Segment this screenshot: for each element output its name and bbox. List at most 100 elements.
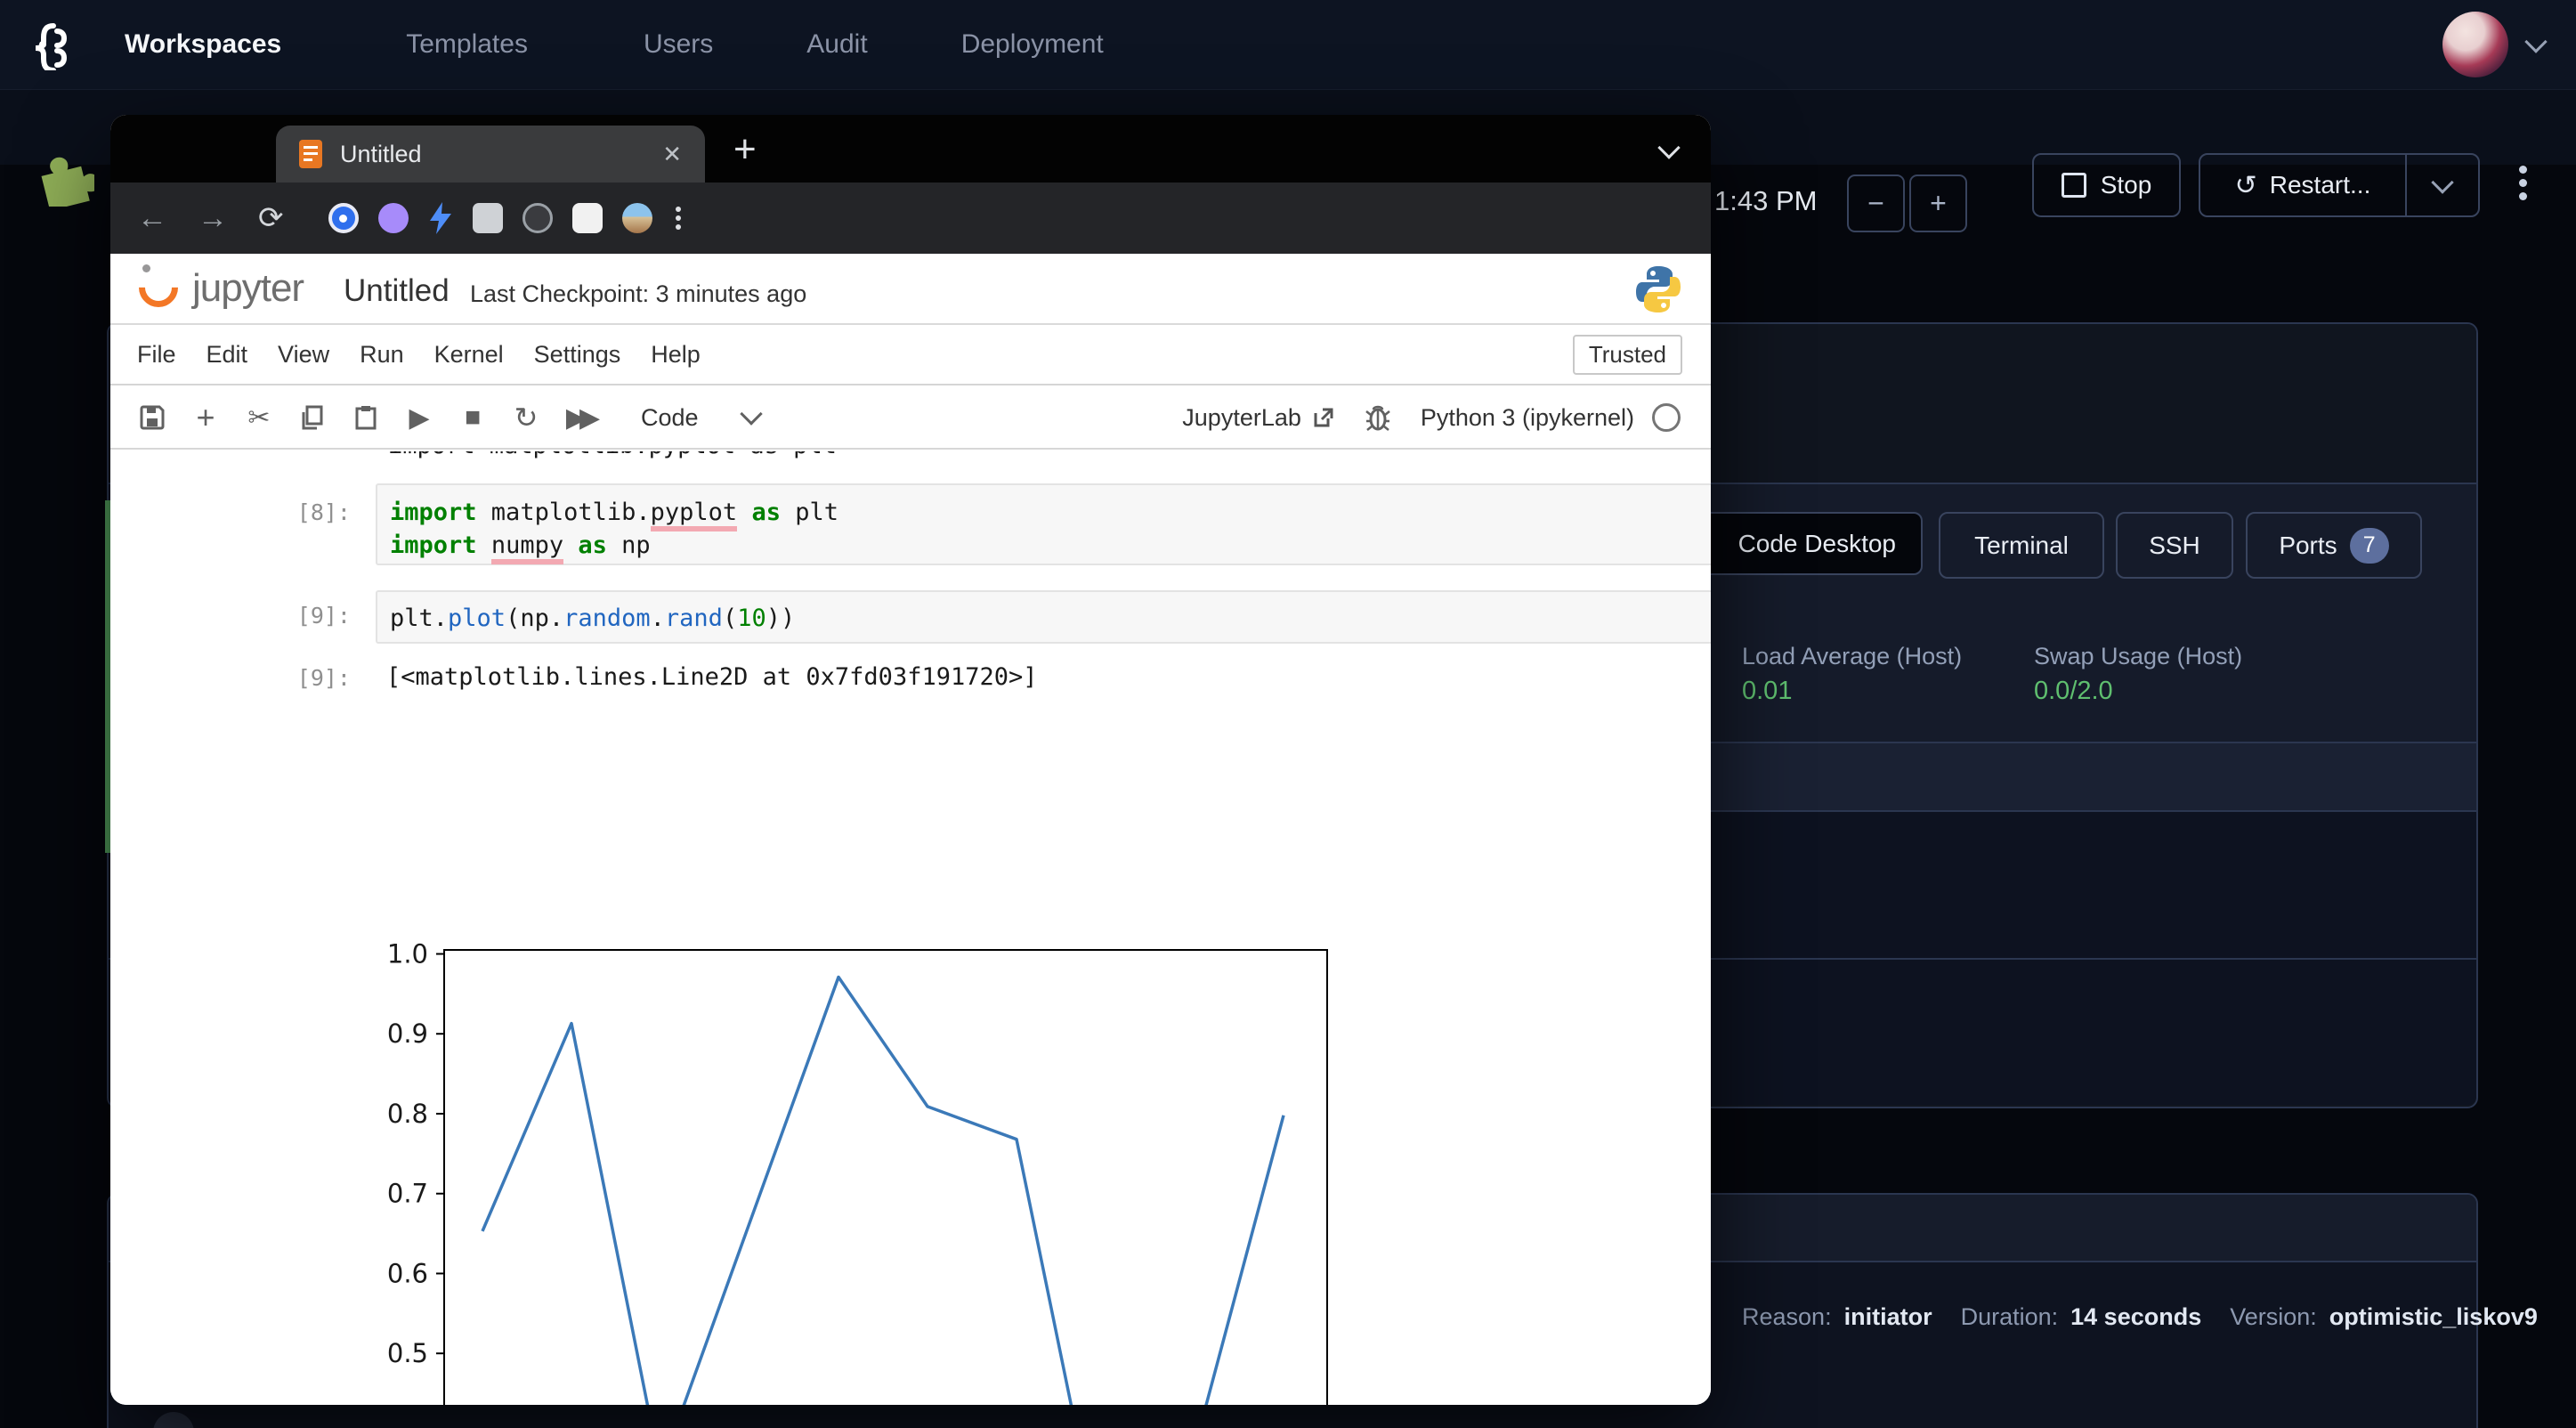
restart-icon: ↺ [2235, 170, 2257, 201]
cell-9-input[interactable]: plt.plot(np.random.rand(10)) [376, 590, 1711, 644]
matplotlib-figure: 024680.20.30.40.50.60.70.80.91.0 [285, 800, 1335, 1405]
browser-tab[interactable]: Untitled ✕ [276, 126, 705, 183]
ext-dark-circle-icon[interactable] [522, 203, 553, 233]
forward-icon[interactable]: → [198, 201, 228, 236]
cell-type-select[interactable]: Code [641, 404, 699, 432]
svg-text:0.9: 0.9 [387, 1018, 428, 1049]
menu-run[interactable]: Run [360, 341, 404, 369]
restart-run-all-icon[interactable]: ▶▶ [564, 402, 595, 434]
screen: Code Desktop Terminal SSH Ports 7 Load A… [0, 0, 2576, 1428]
tab-search-chevron-icon[interactable] [1657, 136, 1680, 158]
reason-value: initiator [1844, 1303, 1932, 1331]
ext-bolt-icon[interactable] [428, 202, 453, 234]
ssh-label: SSH [2149, 531, 2200, 560]
ports-button[interactable]: Ports 7 [2246, 512, 2422, 579]
build-meta-row: Reason: initiator Duration: 14 seconds V… [1742, 1303, 2538, 1331]
stop-icon [2062, 173, 2086, 198]
notebook-title[interactable]: Untitled [344, 273, 450, 309]
nav-item-users[interactable]: Users [644, 29, 713, 60]
cell-type-chevron-icon[interactable] [740, 402, 762, 425]
plus-label: + [1930, 187, 1947, 220]
jupyterlab-link[interactable]: JupyterLab [1182, 404, 1301, 432]
restart-kernel-icon[interactable]: ↻ [511, 401, 541, 434]
top-nav: Workspaces Templates Users Audit Deploym… [0, 0, 2576, 90]
version-value[interactable]: optimistic_liskov9 [2329, 1303, 2538, 1331]
minus-label: − [1867, 187, 1884, 220]
new-tab-button[interactable]: + [733, 127, 757, 172]
menu-help[interactable]: Help [651, 341, 701, 369]
browser-window: Untitled ✕ + ← → ⟳ 5555--main--test--mat… [110, 115, 1711, 1405]
kebab-icon [2519, 166, 2527, 174]
nav-item-deployment[interactable]: Deployment [961, 29, 1104, 60]
restart-workspace-button[interactable]: ↺ Restart... [2199, 153, 2480, 217]
debugger-bug-icon[interactable] [1365, 404, 1390, 431]
swap-usage-label: Swap Usage (Host) [2034, 643, 2242, 670]
menu-edit[interactable]: Edit [207, 341, 248, 369]
interrupt-kernel-icon[interactable]: ■ [458, 402, 488, 433]
ext-puzzle-icon[interactable] [473, 203, 503, 233]
trusted-badge[interactable]: Trusted [1573, 335, 1682, 375]
reload-icon[interactable]: ⟳ [258, 200, 284, 236]
jupyter-toolbar: + ✂ ▶ ■ ↻ ▶▶ Code JupyterLab [110, 387, 1711, 450]
version-label: Version: [2230, 1303, 2317, 1331]
chevron-down-icon [2431, 171, 2453, 193]
load-average-label: Load Average (Host) [1742, 643, 1962, 670]
increase-button[interactable]: + [1909, 174, 1967, 232]
jupyter-page: jupyter Untitled Last Checkpoint: 3 minu… [110, 254, 1711, 1405]
user-menu-chevron-icon[interactable] [2524, 30, 2547, 53]
profile-avatar[interactable] [622, 203, 652, 233]
tab-favicon-icon [297, 139, 324, 169]
checkpoint-status: Last Checkpoint: 3 minutes ago [470, 280, 806, 308]
code-line: import numpy as np [390, 529, 1711, 562]
code-line: plt.plot(np.random.rand(10)) [390, 602, 1711, 635]
code-line: import matplotlib.pyplot as plt [390, 496, 1711, 529]
workspace-puzzle-icon [32, 151, 94, 207]
ext-1password-icon[interactable] [328, 203, 359, 233]
copy-cell-icon[interactable] [297, 405, 328, 430]
ports-count-badge: 7 [2350, 528, 2389, 564]
decrease-button[interactable]: − [1847, 174, 1905, 232]
code-desktop-label: Code Desktop [1738, 530, 1896, 558]
stop-workspace-button[interactable]: Stop [2032, 153, 2181, 217]
workspace-menu-button[interactable] [2514, 160, 2531, 217]
jupyter-header: jupyter Untitled Last Checkpoint: 3 minu… [110, 254, 1711, 325]
svg-text:0.7: 0.7 [387, 1179, 428, 1209]
browser-menu-icon[interactable] [676, 203, 681, 233]
menu-kernel[interactable]: Kernel [434, 341, 504, 369]
restart-options-button[interactable] [2405, 155, 2478, 215]
terminal-button[interactable]: Terminal [1939, 512, 2104, 579]
svg-text:0.6: 0.6 [387, 1258, 428, 1288]
ext-github-icon[interactable] [378, 203, 409, 233]
ext-white-square-icon[interactable] [572, 203, 603, 233]
kernel-status-icon [1652, 403, 1681, 432]
cell-8-prompt: [8]: [182, 499, 351, 525]
back-icon[interactable]: ← [137, 201, 167, 236]
user-avatar[interactable] [2442, 12, 2508, 77]
coder-logo-icon[interactable] [23, 19, 75, 70]
nav-item-workspaces[interactable]: Workspaces [125, 29, 281, 60]
output-9-prompt: [9]: [182, 665, 351, 691]
cell-9-prompt: [9]: [182, 603, 351, 629]
run-cell-icon[interactable]: ▶ [404, 402, 434, 434]
duration-label: Duration: [1961, 1303, 2059, 1331]
cut-cell-icon[interactable]: ✂ [244, 402, 274, 434]
jupyter-logo [137, 264, 183, 311]
menu-view[interactable]: View [278, 341, 329, 369]
ssh-button[interactable]: SSH [2116, 512, 2233, 579]
tab-close-icon[interactable]: ✕ [662, 141, 682, 168]
menu-file[interactable]: File [137, 341, 176, 369]
kernel-name[interactable]: Python 3 (ipykernel) [1421, 404, 1634, 432]
ports-label: Ports [2279, 531, 2337, 560]
output-9-text: [<matplotlib.lines.Line2D at 0x7fd03f191… [386, 663, 1038, 691]
nav-item-templates[interactable]: Templates [406, 29, 528, 60]
save-icon[interactable] [137, 405, 167, 430]
swap-usage-value: 0.0/2.0 [2034, 677, 2113, 706]
reason-label: Reason: [1742, 1303, 1832, 1331]
load-average-value: 0.01 [1742, 677, 1792, 706]
menu-settings[interactable]: Settings [534, 341, 621, 369]
nav-item-audit[interactable]: Audit [806, 29, 867, 60]
svg-text:0.5: 0.5 [387, 1338, 428, 1368]
cell-8-input[interactable]: import matplotlib.pyplot as plt import n… [376, 483, 1711, 565]
add-cell-icon[interactable]: + [190, 399, 221, 436]
paste-cell-icon[interactable] [351, 405, 381, 430]
